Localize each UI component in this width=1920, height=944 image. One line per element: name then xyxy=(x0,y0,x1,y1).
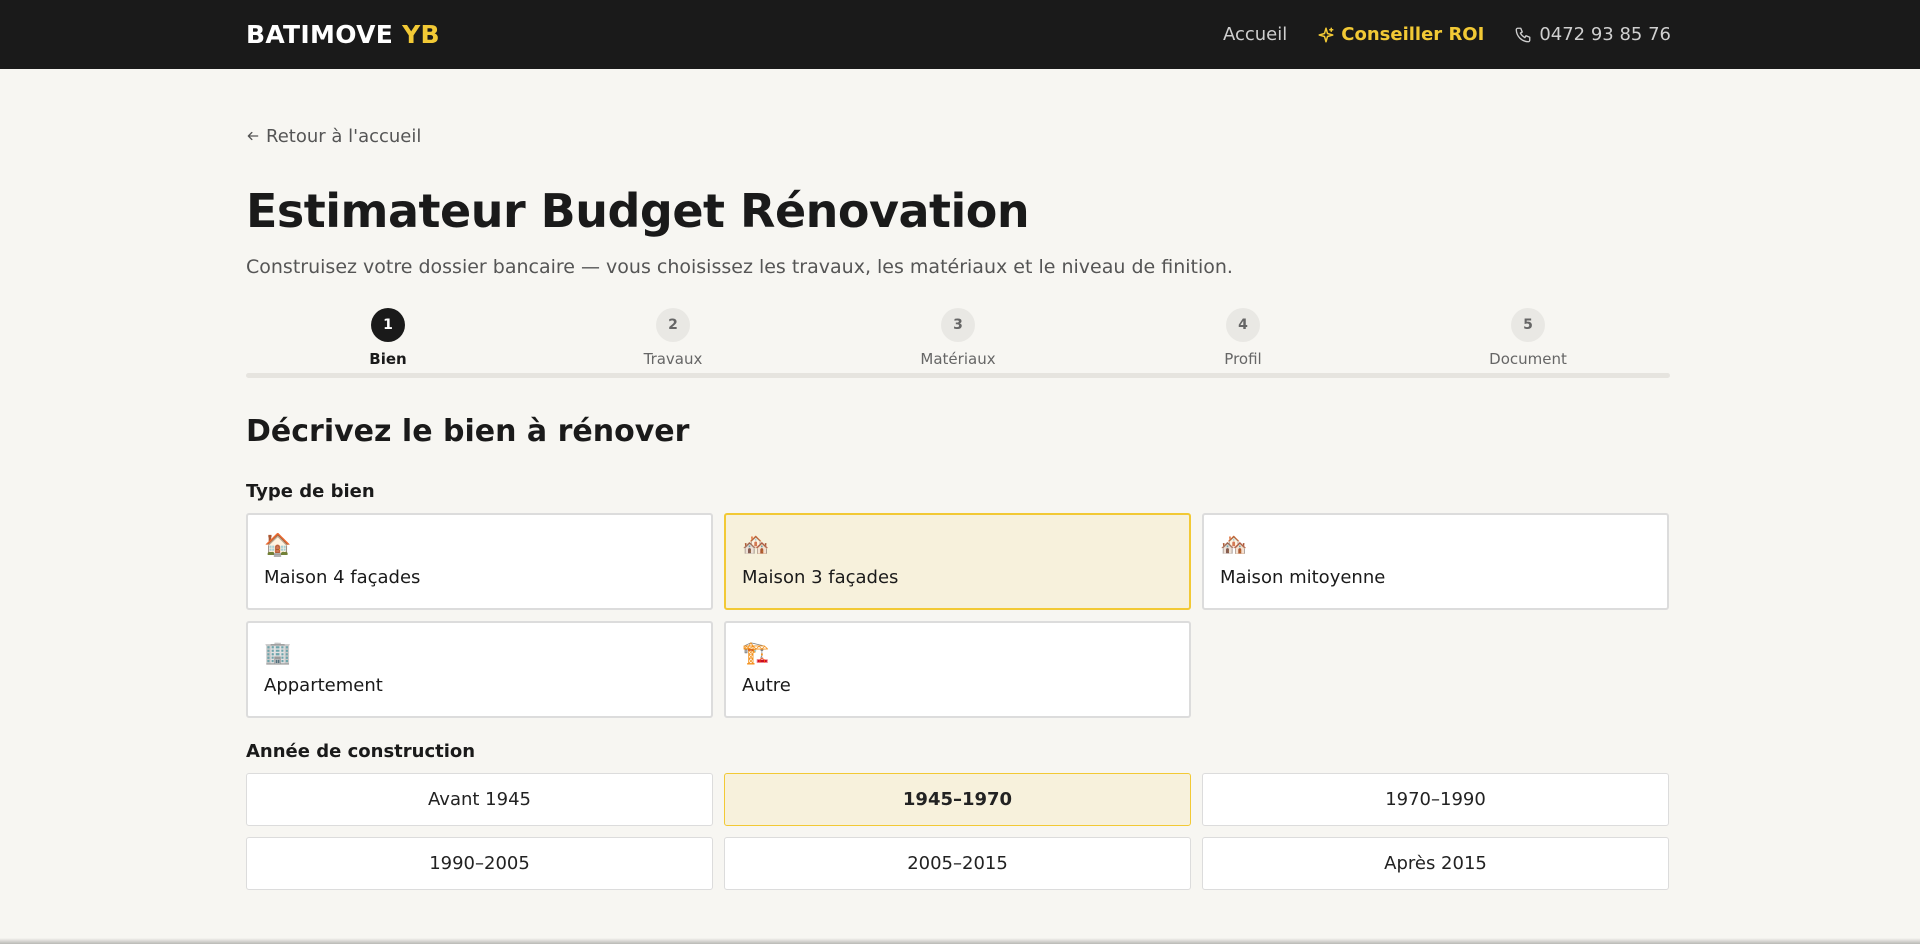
construction-crane-icon: 🏗️ xyxy=(742,641,770,666)
type-option-label: Appartement xyxy=(264,675,383,696)
brand-logo[interactable]: BATIMOVE YB xyxy=(246,20,440,49)
house-icon: 🏠 xyxy=(264,533,292,558)
step-travaux[interactable]: 2 Travaux xyxy=(593,308,753,368)
step-number: 2 xyxy=(656,308,690,342)
brand-accent: YB xyxy=(402,20,440,49)
construction-year-options: Avant 1945 1945–1970 1970–1990 1990–2005… xyxy=(246,773,1670,890)
step-number: 4 xyxy=(1226,308,1260,342)
type-option-maison-mitoyenne[interactable]: 🏘️ Maison mitoyenne xyxy=(1202,513,1669,610)
stepper-track xyxy=(246,373,1670,378)
step-label: Profil xyxy=(1224,350,1262,368)
houses-icon: 🏘️ xyxy=(1220,533,1248,558)
back-link[interactable]: Retour à l'accueil xyxy=(246,124,421,148)
year-option-avant-1945[interactable]: Avant 1945 xyxy=(246,773,713,826)
year-option-2005-2015[interactable]: 2005–2015 xyxy=(724,837,1191,890)
property-type-label: Type de bien xyxy=(246,481,375,502)
bottom-fade xyxy=(0,938,1920,944)
year-option-1990-2005[interactable]: 1990–2005 xyxy=(246,837,713,890)
type-option-autre[interactable]: 🏗️ Autre xyxy=(724,621,1191,718)
sparkle-icon xyxy=(1317,26,1335,44)
progress-stepper: 1 Bien 2 Travaux 3 Matériaux 4 Profil 5 … xyxy=(246,308,1670,378)
construction-year-label: Année de construction xyxy=(246,741,476,762)
type-option-appartement[interactable]: 🏢 Appartement xyxy=(246,621,713,718)
type-option-label: Maison mitoyenne xyxy=(1220,567,1386,588)
step-label: Bien xyxy=(369,350,407,368)
step-number: 3 xyxy=(941,308,975,342)
step-materiaux[interactable]: 3 Matériaux xyxy=(878,308,1038,368)
step-document[interactable]: 5 Document xyxy=(1448,308,1608,368)
nav-home-link[interactable]: Accueil xyxy=(1223,24,1287,45)
top-navbar: BATIMOVE YB Accueil Conseiller ROI 0472 … xyxy=(0,0,1920,69)
step-label: Matériaux xyxy=(920,350,996,368)
type-option-maison-3-facades[interactable]: 🏘️ Maison 3 façades xyxy=(724,513,1191,610)
step-label: Travaux xyxy=(643,350,703,368)
arrow-left-icon xyxy=(246,129,260,143)
type-option-maison-4-facades[interactable]: 🏠 Maison 4 façades xyxy=(246,513,713,610)
type-option-label: Maison 3 façades xyxy=(742,567,899,588)
step-profil[interactable]: 4 Profil xyxy=(1163,308,1323,368)
main-content: Retour à l'accueil Estimateur Budget Rén… xyxy=(0,69,1920,890)
step-number: 1 xyxy=(371,308,405,342)
nav-phone-link[interactable]: 0472 93 85 76 xyxy=(1514,24,1671,45)
nav-roi-label: Conseiller ROI xyxy=(1341,24,1485,45)
type-option-label: Autre xyxy=(742,675,791,696)
year-option-1945-1970[interactable]: 1945–1970 xyxy=(724,773,1191,826)
page-title: Estimateur Budget Rénovation xyxy=(246,184,1030,238)
brand-name: BATIMOVE xyxy=(246,20,394,49)
section-title: Décrivez le bien à rénover xyxy=(246,414,690,449)
main-nav: Accueil Conseiller ROI 0472 93 85 76 xyxy=(1223,24,1671,45)
phone-icon xyxy=(1514,26,1532,44)
step-label: Document xyxy=(1489,350,1567,368)
year-option-1970-1990[interactable]: 1970–1990 xyxy=(1202,773,1669,826)
houses-icon: 🏘️ xyxy=(742,533,770,558)
nav-roi-link[interactable]: Conseiller ROI xyxy=(1317,24,1484,45)
type-option-label: Maison 4 façades xyxy=(264,567,421,588)
year-option-apres-2015[interactable]: Après 2015 xyxy=(1202,837,1669,890)
page-subtitle: Construisez votre dossier bancaire — vou… xyxy=(246,256,1233,278)
nav-phone-label: 0472 93 85 76 xyxy=(1539,24,1671,45)
property-type-options: 🏠 Maison 4 façades 🏘️ Maison 3 façades 🏘… xyxy=(246,513,1670,718)
step-bien[interactable]: 1 Bien xyxy=(308,308,468,368)
step-number: 5 xyxy=(1511,308,1545,342)
back-link-label: Retour à l'accueil xyxy=(266,125,422,147)
building-icon: 🏢 xyxy=(264,641,292,666)
